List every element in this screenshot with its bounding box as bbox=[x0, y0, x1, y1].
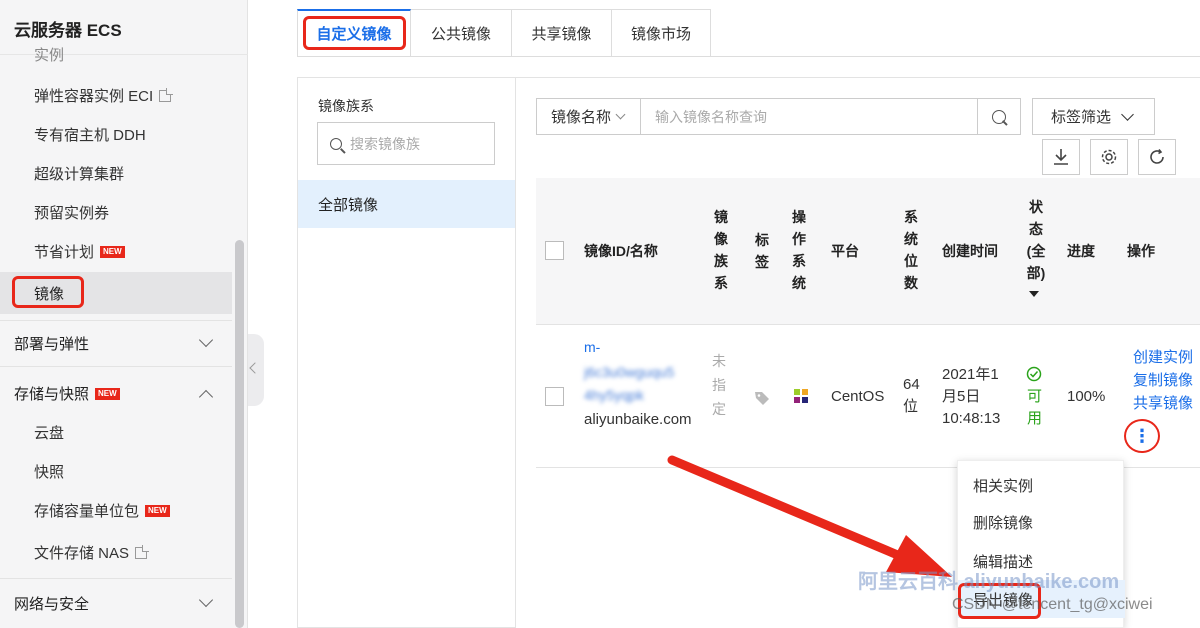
watermark: CSDN @tencent_tg@xciwei bbox=[952, 596, 1153, 613]
watermark: 阿里云百科 aliyunbaike.com bbox=[858, 571, 1120, 593]
annotation-arrow bbox=[667, 455, 952, 577]
